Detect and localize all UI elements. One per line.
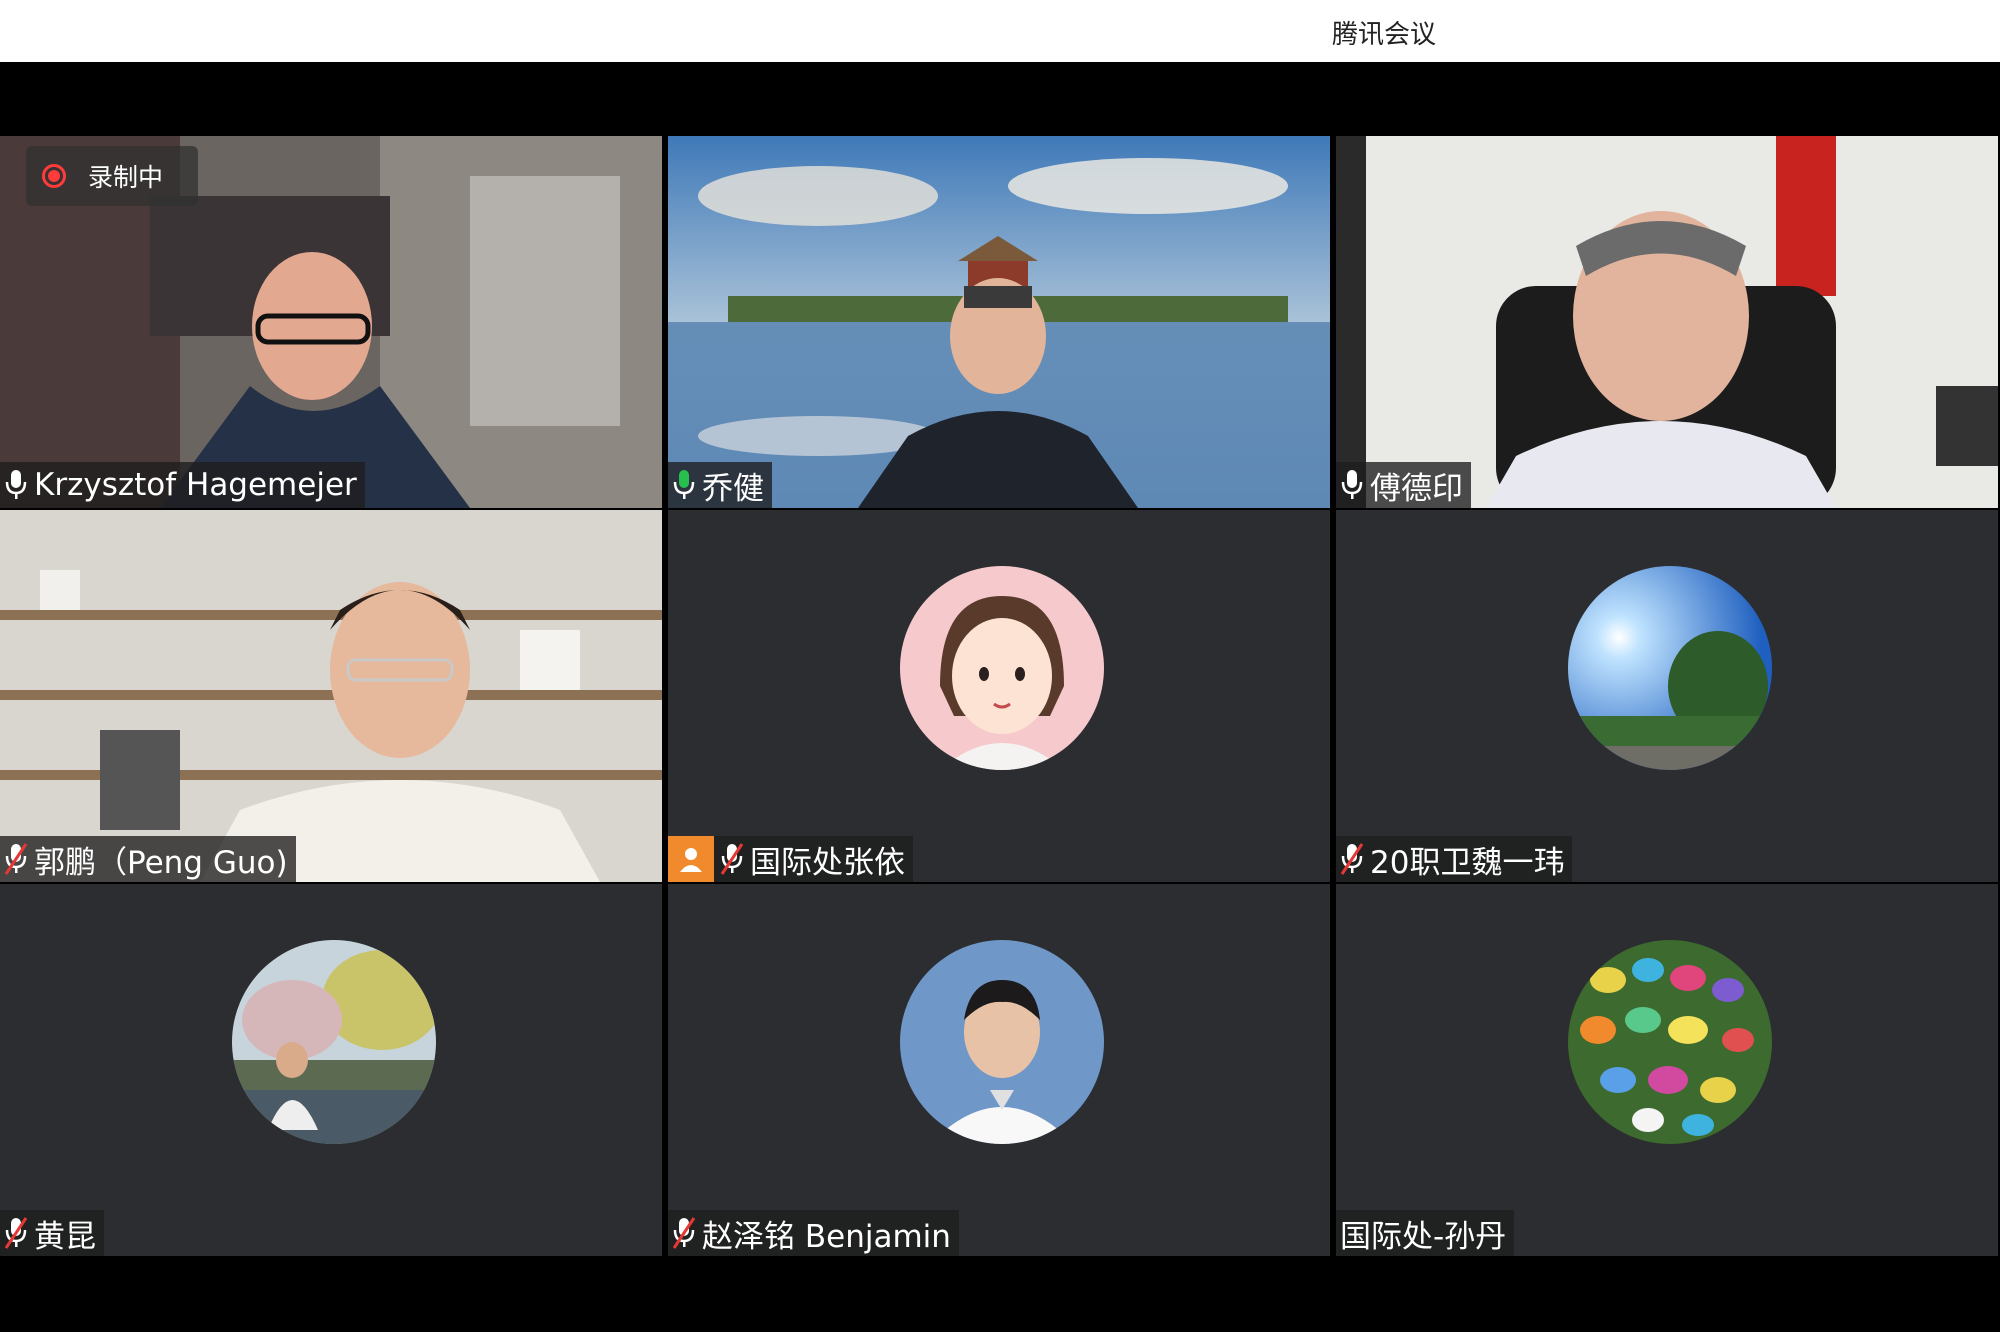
title-bar: 腾讯会议 bbox=[0, 0, 2000, 62]
avatar bbox=[1568, 940, 1772, 1144]
microphone-muted-icon bbox=[4, 843, 28, 875]
participant-name-bar: Krzysztof Hagemejer bbox=[0, 462, 365, 508]
participant-name: 国际处-孙丹 bbox=[1340, 1218, 1507, 1255]
microphone-speaking-icon bbox=[673, 470, 695, 499]
record-dot-icon bbox=[42, 164, 66, 188]
video-feed bbox=[1336, 136, 1998, 508]
recording-label: 录制中 bbox=[88, 163, 164, 192]
microphone-muted-icon bbox=[720, 843, 744, 875]
participant-name-bar: 乔健 bbox=[668, 462, 772, 508]
microphone-icon bbox=[5, 470, 27, 499]
participant-name: 郭鹏（Peng Guo) bbox=[34, 844, 288, 881]
participant-name-bar: 国际处-孙丹 bbox=[1336, 1210, 1515, 1256]
avatar bbox=[232, 940, 436, 1144]
avatar bbox=[1568, 566, 1772, 770]
microphone-icon bbox=[1341, 470, 1363, 499]
video-feed bbox=[0, 510, 662, 882]
participant-name: 20职卫魏一玮 bbox=[1370, 844, 1565, 881]
participant-tile-sun-dan[interactable]: 国际处-孙丹 bbox=[1336, 884, 1998, 1256]
participant-name-bar: 傅德印 bbox=[1336, 462, 1471, 508]
participant-name-bar: 黄昆 bbox=[0, 1210, 104, 1256]
participant-tile-guo-peng[interactable]: 郭鹏（Peng Guo) bbox=[0, 510, 662, 882]
participant-name-bar: 国际处张依 bbox=[668, 836, 913, 882]
participant-tile-zhao-zeming[interactable]: 赵泽铭 Benjamin bbox=[668, 884, 1330, 1256]
video-feed bbox=[668, 136, 1330, 508]
participant-tile-huang-kun[interactable]: 黄昆 bbox=[0, 884, 662, 1256]
microphone-muted-icon bbox=[4, 1217, 28, 1249]
person-icon bbox=[668, 836, 714, 882]
avatar bbox=[900, 940, 1104, 1144]
participant-name: 赵泽铭 Benjamin bbox=[702, 1218, 951, 1255]
participant-name-bar: 郭鹏（Peng Guo) bbox=[0, 836, 296, 882]
participant-tile-fu-deyin[interactable]: 傅德印 bbox=[1336, 136, 1998, 508]
participant-tile-qiao-jian[interactable]: 乔健 bbox=[668, 136, 1330, 508]
participant-tile-zhang-yi[interactable]: 国际处张依 bbox=[668, 510, 1330, 882]
microphone-muted-icon bbox=[1340, 843, 1364, 875]
participant-name: 黄昆 bbox=[34, 1218, 96, 1255]
participant-name-bar: 赵泽铭 Benjamin bbox=[668, 1210, 959, 1256]
participant-name-bar: 20职卫魏一玮 bbox=[1336, 836, 1573, 882]
participant-name: 乔健 bbox=[702, 470, 764, 507]
avatar bbox=[900, 566, 1104, 770]
participant-name: 傅德印 bbox=[1370, 470, 1463, 507]
video-grid: 录制中 Krzysztof Hagemejer 乔健 傅德印 郭鹏（Peng G… bbox=[0, 62, 2000, 1332]
participant-tile-krzysztof[interactable]: 录制中 Krzysztof Hagemejer bbox=[0, 136, 662, 508]
recording-indicator: 录制中 bbox=[26, 146, 198, 206]
participant-name: Krzysztof Hagemejer bbox=[34, 467, 357, 503]
participant-name: 国际处张依 bbox=[750, 844, 905, 881]
app-title: 腾讯会议 bbox=[1332, 20, 1437, 50]
microphone-muted-icon bbox=[672, 1217, 696, 1249]
participant-tile-wei-yiwei[interactable]: 20职卫魏一玮 bbox=[1336, 510, 1998, 882]
